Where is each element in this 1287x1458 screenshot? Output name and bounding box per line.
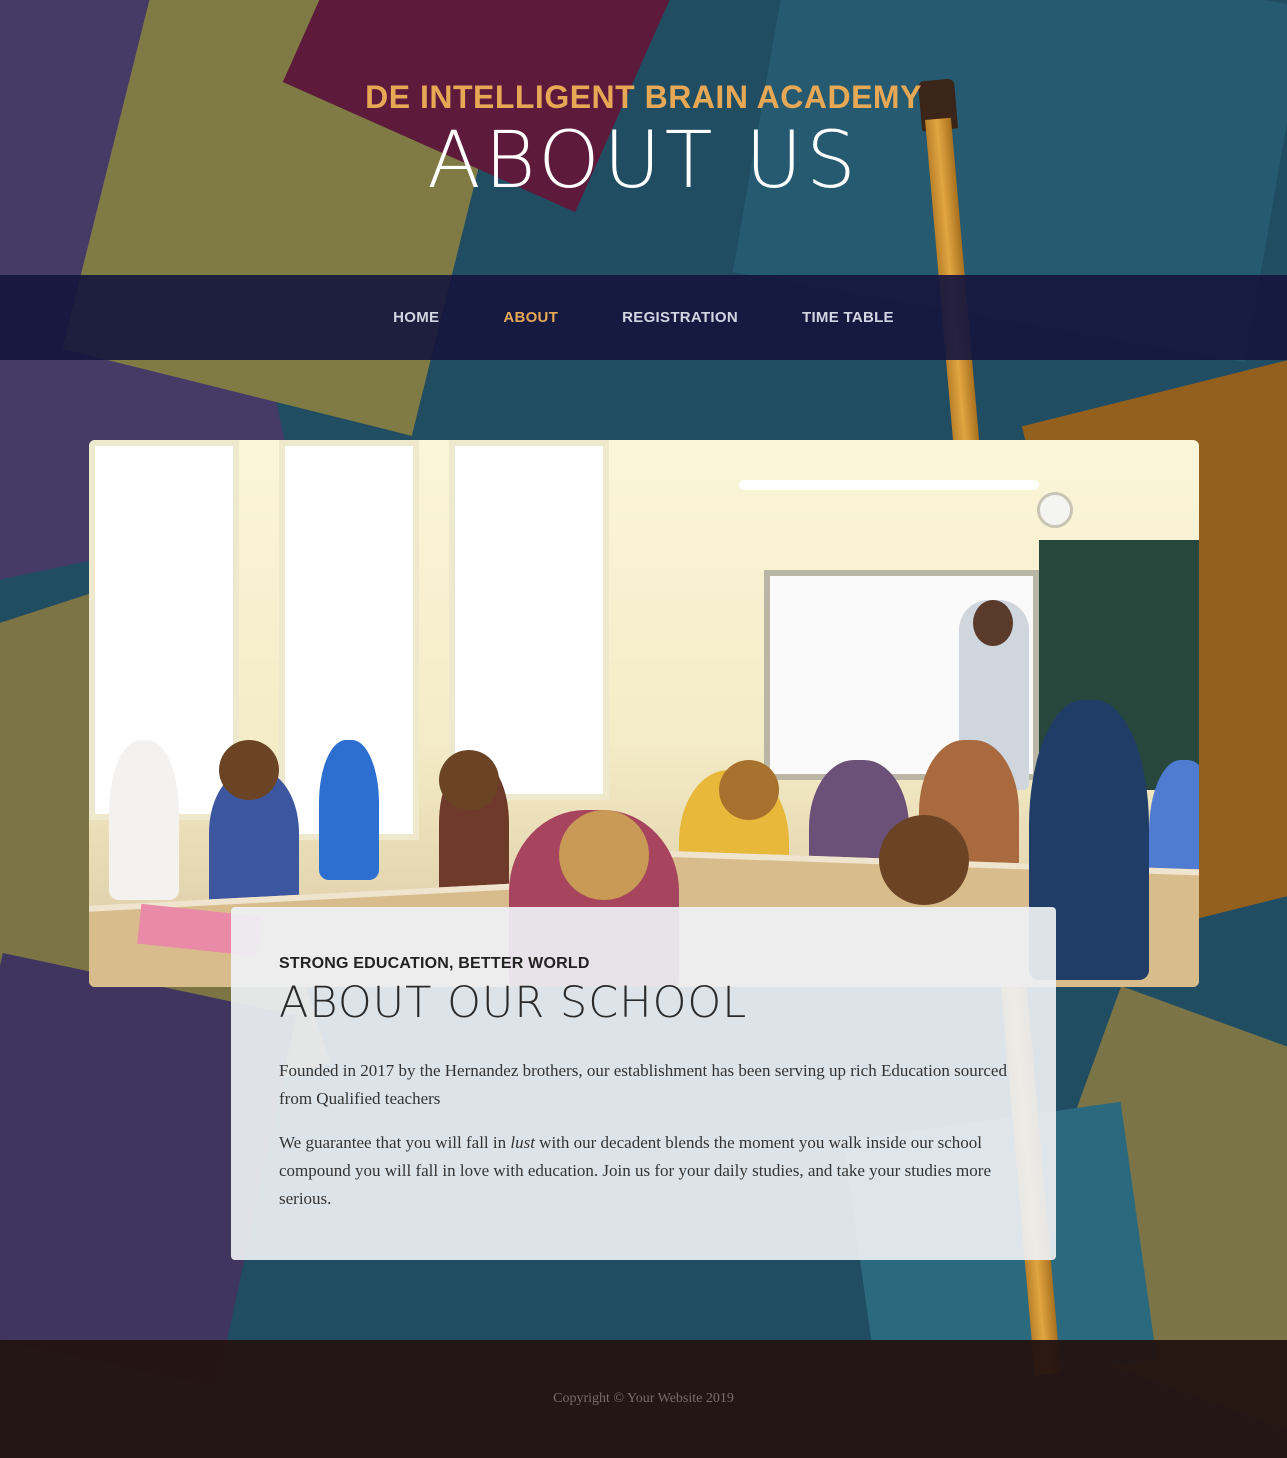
about-paragraph-emphasis: lust — [510, 1133, 535, 1152]
photo-student — [319, 740, 379, 880]
about-card: STRONG EDUCATION, BETTER WORLD ABOUT OUR… — [231, 907, 1056, 1260]
footer-copyright: Copyright © Your Website 2019 — [553, 1391, 734, 1406]
site-footer: Copyright © Your Website 2019 — [0, 1340, 1287, 1458]
site-brand[interactable]: DE INTELLIGENT BRAIN ACADEMY — [0, 78, 1287, 116]
photo-ceiling-lamp — [739, 480, 1039, 490]
nav-item-registration[interactable]: REGISTRATION — [622, 309, 738, 326]
about-kicker: STRONG EDUCATION, BETTER WORLD — [279, 955, 590, 972]
main-nav: HOME ABOUT REGISTRATION TIME TABLE — [0, 275, 1287, 360]
photo-wall-clock — [1037, 492, 1073, 528]
site-header: DE INTELLIGENT BRAIN ACADEMY ABOUT US — [0, 78, 1287, 206]
about-paragraph-text: We guarantee that you will fall in — [279, 1133, 511, 1152]
nav-item-time-table[interactable]: TIME TABLE — [802, 309, 894, 326]
nav-item-home[interactable]: HOME — [393, 309, 439, 326]
photo-student-head — [879, 815, 969, 905]
photo-teacher-head — [973, 600, 1013, 646]
about-title: ABOUT OUR SCHOOL — [279, 978, 748, 1028]
about-paragraph: We guarantee that you will fall in lust … — [279, 1129, 1008, 1213]
photo-student-head — [439, 750, 499, 810]
classroom-photo — [89, 440, 1199, 987]
nav-item-about[interactable]: ABOUT — [503, 309, 558, 326]
photo-student — [109, 740, 179, 900]
about-paragraph: Founded in 2017 by the Hernandez brother… — [279, 1061, 1007, 1108]
photo-student-head — [719, 760, 779, 820]
page-title: ABOUT US — [427, 116, 860, 206]
photo-student-head — [559, 810, 649, 900]
photo-window — [449, 440, 609, 800]
photo-student-head — [219, 740, 279, 800]
